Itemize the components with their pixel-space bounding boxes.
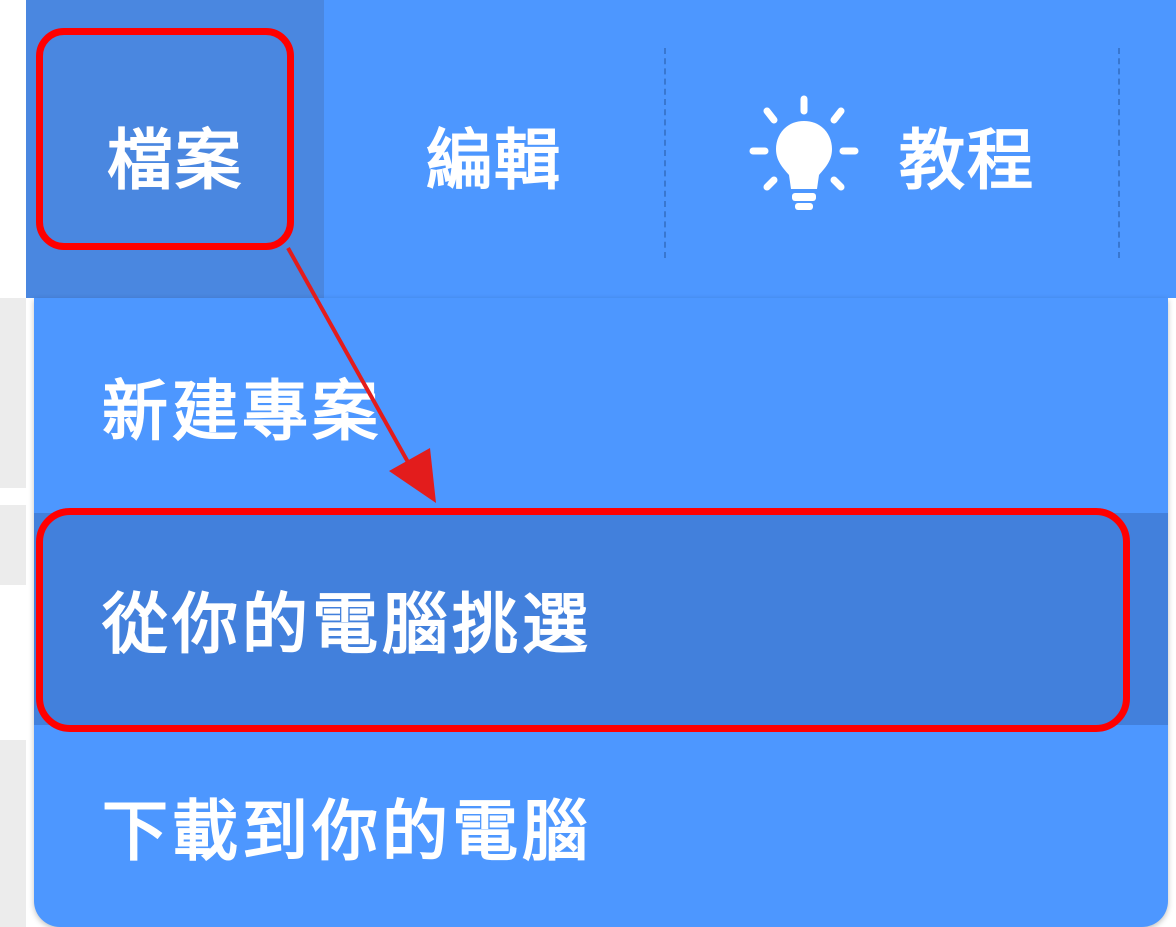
- menu-item-label: 從你的電腦挑選: [102, 586, 592, 663]
- menu-item-save-to-computer[interactable]: 下載到你的電腦: [34, 725, 1168, 927]
- file-menu-label: 檔案: [107, 122, 243, 199]
- edit-menu-button[interactable]: 編輯: [324, 0, 664, 298]
- menu-item-label: 新建專案: [102, 372, 382, 450]
- menu-divider: [1118, 48, 1120, 258]
- background-panel: [0, 740, 26, 927]
- edit-menu-label: 編輯: [426, 122, 562, 199]
- file-menu-dropdown: 新建專案 從你的電腦挑選 下載到你的電腦: [34, 298, 1168, 927]
- lightbulb-icon: [749, 89, 859, 210]
- background-panel: [0, 298, 26, 488]
- tutorials-menu-label: 教程: [899, 122, 1035, 199]
- tutorials-menu-button[interactable]: 教程: [666, 0, 1118, 298]
- menu-item-label: 下載到你的電腦: [102, 793, 592, 870]
- background-strip: [0, 0, 26, 927]
- file-menu-button[interactable]: 檔案: [26, 0, 324, 298]
- menu-bar: 檔案 編輯 教程: [26, 0, 1176, 298]
- menu-item-new-project[interactable]: 新建專案: [34, 298, 1168, 513]
- menu-item-load-from-computer[interactable]: 從你的電腦挑選: [34, 513, 1168, 725]
- background-panel: [0, 505, 26, 585]
